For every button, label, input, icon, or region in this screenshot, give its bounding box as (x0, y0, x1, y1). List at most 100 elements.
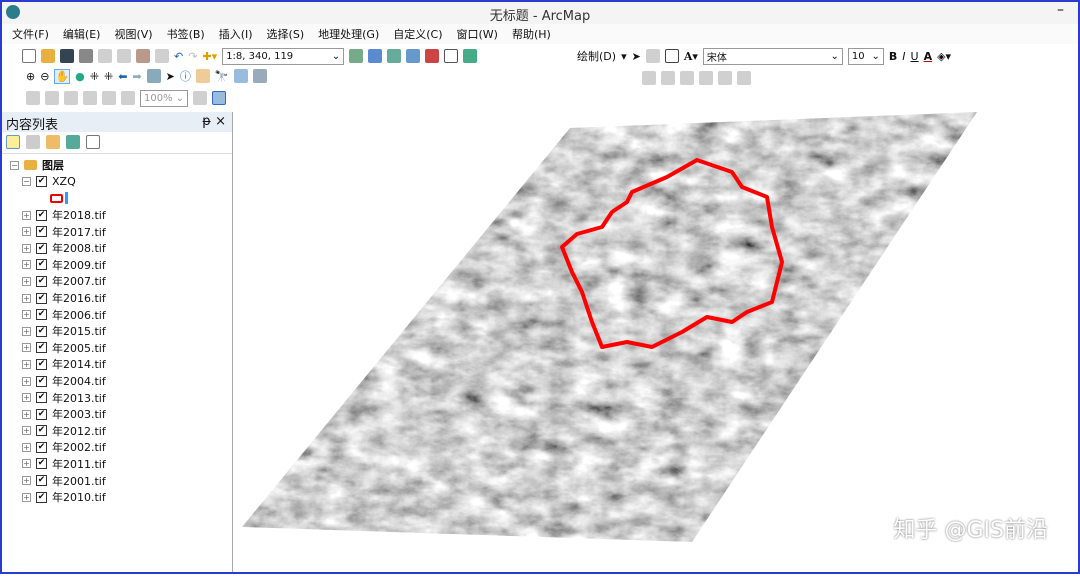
layer-item[interactable]: + ✔ 年2010.tif (10, 489, 224, 506)
layer-item[interactable]: + ✔ 年2002.tif (10, 439, 224, 456)
catalog-icon[interactable] (387, 49, 402, 63)
add-data-icon[interactable]: ✚▾ (202, 50, 217, 63)
layer-visibility-checkbox[interactable]: ✔ (36, 176, 47, 188)
forward-icon[interactable]: ➡ (132, 70, 141, 83)
underline-button[interactable]: U (911, 50, 919, 63)
copy-icon[interactable] (117, 49, 131, 63)
layer-visibility-checkbox[interactable]: ✔ (36, 441, 47, 453)
contrast-icon[interactable] (718, 71, 732, 85)
menu-item-9[interactable]: 帮助(H) (512, 26, 551, 42)
arctoolbox-icon[interactable] (425, 49, 440, 63)
expand-toggle[interactable]: + (22, 343, 31, 353)
find-icon[interactable]: 🔭 (215, 70, 229, 83)
fill-color-icon[interactable]: ◈▾ (937, 50, 951, 63)
select-element-icon[interactable]: ➤ (632, 50, 641, 63)
list-by-source-icon[interactable] (26, 135, 40, 149)
zoom-out-icon[interactable]: ⊖ (40, 70, 49, 83)
undo-icon[interactable]: ↶ (174, 50, 183, 63)
pan-icon[interactable]: ✋ (54, 68, 71, 84)
expand-toggle[interactable]: + (22, 227, 31, 237)
expand-toggle[interactable]: − (22, 177, 31, 187)
minimize-button[interactable]: – (1057, 2, 1064, 18)
menu-item-0[interactable]: 文件(F) (12, 26, 49, 42)
change-layout-icon[interactable] (212, 91, 226, 105)
expand-toggle[interactable]: + (22, 260, 31, 270)
font-color-button[interactable]: A (924, 50, 933, 63)
layer-visibility-checkbox[interactable]: ✔ (36, 358, 47, 370)
search-window-icon[interactable] (406, 49, 421, 63)
new-icon[interactable] (22, 49, 36, 63)
list-by-visibility-icon[interactable] (46, 135, 60, 149)
expand-toggle[interactable]: + (22, 310, 31, 320)
layer-visibility-checkbox[interactable]: ✔ (36, 392, 47, 404)
layer-visibility-checkbox[interactable]: ✔ (36, 275, 47, 287)
full-extent-icon[interactable]: ● (75, 70, 85, 83)
italic-button[interactable]: I (902, 50, 905, 63)
layout-zoom-out-icon[interactable] (45, 91, 59, 105)
cut-icon[interactable] (98, 49, 112, 63)
layer-visibility-checkbox[interactable]: ✔ (36, 242, 47, 254)
modelbuilder-icon[interactable] (463, 49, 478, 63)
expand-toggle[interactable]: + (22, 326, 31, 336)
layer-visibility-checkbox[interactable]: ✔ (36, 259, 47, 271)
font-select[interactable]: 宋体 ⌄ (702, 47, 843, 65)
layer-item[interactable]: + ✔ 年2011.tif (10, 456, 224, 473)
transparency-icon[interactable] (699, 71, 713, 85)
layer-visibility-checkbox[interactable]: ✔ (36, 342, 47, 354)
zoom-whole-page-icon[interactable] (83, 91, 97, 105)
expand-toggle[interactable]: + (22, 492, 31, 502)
scale-select[interactable]: 1:8, 340, 119 ⌄ (222, 47, 345, 65)
layer-visibility-checkbox[interactable]: ✔ (36, 292, 47, 304)
expand-toggle[interactable]: + (22, 476, 31, 486)
layer-visibility-checkbox[interactable]: ✔ (36, 408, 47, 420)
layer-visibility-checkbox[interactable]: ✔ (36, 425, 47, 437)
expand-toggle[interactable]: + (22, 359, 31, 369)
layer-item[interactable]: + ✔ 年2001.tif (10, 472, 224, 489)
text-icon[interactable]: A▾ (684, 50, 698, 63)
viewer-icon[interactable] (252, 69, 267, 83)
close-button[interactable]: × (215, 114, 226, 129)
identify-icon[interactable]: ⓘ (180, 68, 191, 84)
expand-toggle[interactable]: + (22, 276, 31, 286)
layer-visibility-checkbox[interactable]: ✔ (36, 309, 47, 321)
menu-item-1[interactable]: 编辑(E) (63, 26, 101, 42)
menu-item-8[interactable]: 窗口(W) (457, 26, 498, 42)
layer-visibility-checkbox[interactable]: ✔ (36, 375, 47, 387)
font-size-select[interactable]: 10 ⌄ (847, 47, 884, 65)
layer-visibility-checkbox[interactable]: ✔ (36, 491, 47, 503)
layer-visibility-checkbox[interactable]: ✔ (36, 226, 47, 238)
layer-item[interactable]: + ✔ 年2006.tif (10, 306, 224, 323)
save-icon[interactable] (60, 49, 74, 63)
delete-icon[interactable] (155, 49, 169, 63)
python-icon[interactable] (444, 49, 459, 63)
paste-icon[interactable] (136, 49, 150, 63)
expand-toggle[interactable]: + (22, 210, 31, 220)
expand-toggle[interactable]: + (22, 442, 31, 452)
layer-visibility-checkbox[interactable]: ✔ (36, 475, 47, 487)
layer-item[interactable]: + ✔ 年2005.tif (10, 340, 224, 357)
goto-xy-icon[interactable] (233, 69, 248, 83)
layer-visibility-checkbox[interactable]: ✔ (36, 458, 47, 470)
layer-item[interactable]: + ✔ 年2007.tif (10, 273, 224, 290)
draw-menu[interactable]: 绘制(D) (577, 48, 616, 64)
zoom-100-icon[interactable] (102, 91, 116, 105)
expand-toggle[interactable]: + (22, 243, 31, 253)
layer-item[interactable]: + ✔ 年2004.tif (10, 373, 224, 390)
menu-item-5[interactable]: 选择(S) (267, 26, 305, 42)
list-by-selection-icon[interactable] (66, 135, 80, 149)
table-icon[interactable] (368, 49, 383, 63)
fixed-zoom-icon[interactable] (121, 91, 135, 105)
zoom-percent-select[interactable]: 100% ⌄ (140, 89, 188, 107)
open-icon[interactable] (41, 49, 55, 63)
pin-button[interactable]: ᵽ (202, 114, 211, 129)
expand-toggle[interactable]: + (22, 409, 31, 419)
expand-toggle[interactable]: + (22, 376, 31, 386)
select-elements-icon[interactable]: ➤ (166, 70, 175, 83)
redo-icon[interactable]: ↷ (188, 50, 197, 63)
menu-item-3[interactable]: 书签(B) (167, 26, 205, 42)
bold-button[interactable]: B (889, 50, 897, 63)
layer-item[interactable]: + ✔ 年2009.tif (10, 257, 224, 274)
menu-item-7[interactable]: 自定义(C) (393, 26, 442, 42)
swipe-icon[interactable] (661, 71, 675, 85)
layer-item[interactable]: + ✔ 年2017.tif (10, 223, 224, 240)
